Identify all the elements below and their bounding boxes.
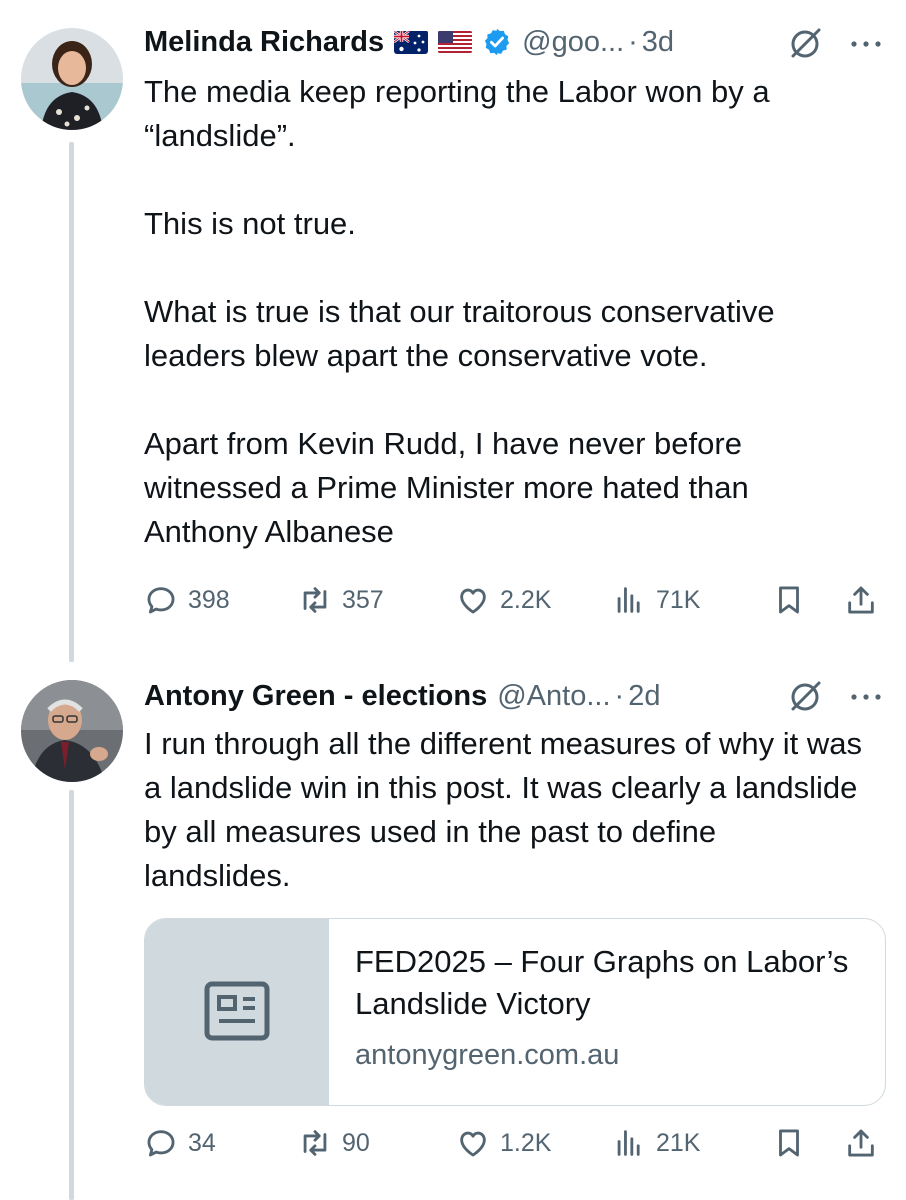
reply-count: 34: [188, 1128, 216, 1157]
more-icon[interactable]: [846, 37, 886, 49]
australia-flag-icon: [394, 30, 429, 54]
tweet-paragraph: Apart from Kevin Rudd, I have never befo…: [144, 426, 749, 549]
reply-button[interactable]: 398: [144, 578, 230, 622]
tweet-paragraph: The media keep reporting the Labor won b…: [144, 74, 770, 153]
tweet[interactable]: Melinda Richards @goo... · 3d The media …: [0, 0, 906, 660]
reply-button[interactable]: 34: [144, 1121, 216, 1165]
repost-button[interactable]: 90: [298, 1121, 370, 1165]
verified-badge-icon[interactable]: [482, 27, 512, 57]
tweet-text: The media keep reporting the Labor won b…: [144, 70, 866, 554]
heart-icon: [460, 1131, 486, 1157]
share-icon: [848, 1129, 874, 1157]
tweet-text: I run through all the different measures…: [144, 722, 862, 898]
bookmark-button[interactable]: [772, 1121, 806, 1165]
more-icon[interactable]: [846, 690, 886, 702]
heart-icon: [460, 588, 486, 614]
views-button[interactable]: 21K: [612, 1121, 700, 1165]
timestamp[interactable]: 2d: [628, 680, 660, 713]
views-icon: [617, 1130, 640, 1156]
author-handle[interactable]: @goo...: [522, 26, 624, 59]
reply-count: 398: [188, 585, 230, 614]
like-button[interactable]: 1.2K: [456, 1121, 551, 1165]
avatar[interactable]: [21, 680, 123, 782]
views-count: 71K: [656, 585, 701, 614]
grok-icon[interactable]: [788, 678, 824, 714]
views-count: 21K: [656, 1128, 701, 1157]
article-icon: [204, 981, 270, 1041]
reply-icon: [147, 1130, 175, 1157]
bookmark-icon: [779, 586, 799, 614]
author-handle[interactable]: @Anto...: [497, 680, 610, 713]
reply-icon: [147, 587, 175, 614]
link-card-title: FED2025 – Four Graphs on Labor’s Landsli…: [355, 944, 849, 1021]
like-button[interactable]: 2.2K: [456, 578, 551, 622]
bookmark-button[interactable]: [772, 578, 806, 622]
repost-button[interactable]: 357: [298, 578, 384, 622]
tweet-paragraph: This is not true.: [144, 206, 356, 241]
tweet-actions: 398 357 2.2K 71K: [144, 578, 884, 622]
author-name[interactable]: Antony Green - elections: [144, 680, 487, 713]
bookmark-icon: [779, 1129, 799, 1157]
timestamp[interactable]: 3d: [642, 26, 674, 59]
separator-dot: ·: [614, 679, 625, 712]
tweet-header: Antony Green - elections @Anto... · 2d: [144, 674, 886, 718]
separator-dot: ·: [628, 25, 638, 58]
share-button[interactable]: [844, 1121, 878, 1165]
tweet-paragraph: I run through all the different measures…: [144, 726, 862, 893]
grok-icon[interactable]: [788, 25, 824, 61]
repost-count: 90: [342, 1128, 370, 1157]
tweet-paragraph: What is true is that our traitorous cons…: [144, 294, 775, 373]
link-card-domain: antonygreen.com.au: [355, 1039, 620, 1071]
share-button[interactable]: [844, 578, 878, 622]
like-count: 2.2K: [500, 585, 552, 614]
usa-flag-icon: [438, 30, 473, 54]
link-card[interactable]: FED2025 – Four Graphs on Labor’s Landsli…: [144, 918, 886, 1106]
tweet-header: Melinda Richards @goo... · 3d: [144, 20, 886, 64]
like-count: 1.2K: [500, 1128, 552, 1157]
repost-icon: [303, 587, 327, 613]
link-card-thumbnail: [145, 919, 329, 1105]
views-button[interactable]: 71K: [612, 578, 700, 622]
share-icon: [848, 586, 874, 614]
author-name[interactable]: Melinda Richards: [144, 26, 384, 59]
views-icon: [617, 587, 640, 613]
tweet[interactable]: Antony Green - elections @Anto... · 2d I…: [0, 660, 906, 1200]
repost-icon: [303, 1130, 327, 1156]
repost-count: 357: [342, 585, 384, 614]
tweet-actions: 34 90 1.2K 21K: [144, 1121, 884, 1165]
avatar[interactable]: [21, 28, 123, 130]
